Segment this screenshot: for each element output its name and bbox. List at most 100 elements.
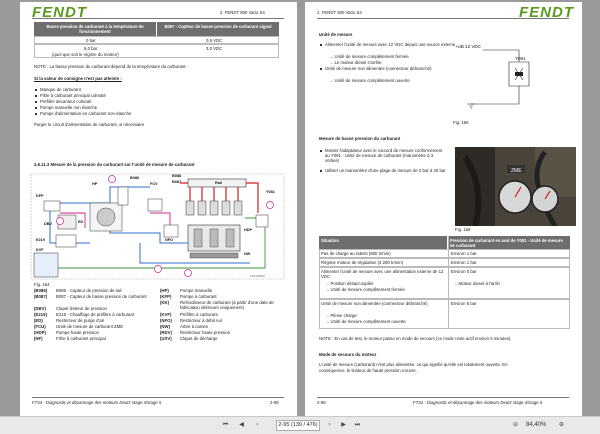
bullet: [35, 89, 37, 91]
header-rule: [317, 18, 569, 19]
page-number: 2-96: [317, 400, 326, 405]
legend-text: Restricteur de purge d'air: [56, 318, 105, 323]
list-item: Manque de carburant: [40, 87, 81, 92]
subsection-heading: 2.6.11.3 Mesure de la pression du carbur…: [34, 162, 195, 167]
page-number-input[interactable]: 2-95 (139 / 476): [276, 420, 320, 431]
table-cell: Environ 6 bar: [451, 301, 477, 306]
fuel-system-diagram: HP B086 FCV B087 Rail B088 Y081 KFP DBV …: [30, 173, 285, 280]
figure-caption: Fig. 164: [34, 282, 50, 287]
last-page-button[interactable]: ⏭: [352, 420, 363, 431]
legend-text: Arbre à cames: [180, 324, 208, 329]
note-text: NOTE : En cas de test, le moteur passe e…: [319, 336, 512, 341]
emergency-text: L'unité de mesure (carburant) n'est plus…: [319, 362, 508, 367]
legend-text: Pompe à carburant: [180, 294, 217, 299]
diagram-label: B088: [172, 174, 181, 178]
footer-rule: [317, 397, 569, 398]
legend-code: (HDP): [34, 330, 46, 335]
table-cell: Environ 0 bar: [451, 269, 477, 274]
step-text: Utiliser un manomètre d'une plage de mes…: [325, 168, 446, 173]
step-text: → Unité de mesure complètement fermée: [329, 54, 409, 59]
footer-rule: [32, 397, 284, 398]
diagram-label: KVF: [36, 248, 44, 252]
first-page-button[interactable]: ⏮: [220, 420, 231, 431]
diagram-label: FCV: [150, 182, 158, 186]
previous-page-button[interactable]: ◀: [236, 420, 247, 431]
bullet: [35, 107, 37, 109]
unit-heading: Unité de mesure: [319, 32, 353, 37]
svg-text:ZME: ZME: [511, 168, 522, 174]
table-header-col1: Basse pression de carburant à la tempéra…: [34, 22, 156, 36]
legend-code: (FCU): [34, 324, 46, 329]
page-right: 2. FENDT 800 Vario S4 FENDT Unité de mes…: [305, 2, 582, 416]
table-cell: → Unité de mesure complètement ouverte: [325, 319, 406, 324]
table-cell: → Pleine charge: [325, 313, 357, 318]
header-title: 2. FENDT 800 Vario S4: [317, 10, 362, 15]
table-cell: (quel que soit le régime du moteur): [52, 52, 119, 57]
step-text: Alimenter l'unité de mesure avec 12 VDC …: [325, 42, 456, 47]
legend-code: (KK): [160, 300, 170, 305]
diagram-label: ED: [78, 220, 84, 224]
header-title: 2. FENDT 800 Vario S4: [220, 10, 265, 15]
table-cell: Environ 1 bar: [451, 260, 477, 265]
legend-text: Restricteur à débit nul: [180, 318, 222, 323]
emergency-text: conséquence, le limiteur de haute pressi…: [319, 368, 417, 373]
zoom-in-icon[interactable]: ⊕: [556, 420, 567, 431]
page-number: 2-95: [270, 400, 279, 405]
legend-text: Pompe haute pression: [56, 330, 99, 335]
legend-text: Unité de mesure de carburant ZME: [56, 324, 124, 329]
legend-text: B086 - Capteur de pression de rail: [56, 288, 122, 293]
figure-caption: Fig. 166: [455, 227, 471, 232]
legend-text: E219 - Chauffage de préfiltre à carburan…: [56, 312, 135, 317]
table-cell: Régime moteur de régulation (2 200 tr/mi…: [321, 260, 404, 265]
document-viewer: FENDT 2. FENDT 800 Vario S4 Basse pressi…: [0, 0, 600, 416]
fuel-system-svg: HP B086 FCV B087 Rail B088 Y081 KFP DBV …: [30, 173, 285, 280]
diagram-label: E219: [36, 238, 45, 242]
list-item: Préfiltre décanteur colmaté: [40, 99, 92, 104]
step-text: → Le moteur diesel s'arrête: [329, 60, 382, 65]
bullet: [35, 101, 37, 103]
legend-text: Préfiltre à carburant: [180, 312, 218, 317]
diagram-label: Rail: [215, 181, 222, 185]
legend-text: Clapet limiteur de pression: [56, 306, 107, 311]
legend-text: B087 - Capteur de basse pression de carb…: [56, 294, 147, 299]
table-header-pressure: Pression de carburant en aval de Y091 - …: [448, 236, 570, 249]
table-cell: 0,5 VDC: [206, 38, 223, 43]
diagram-label: Y081: [266, 190, 275, 194]
table-cell: Alimenter l'unité de mesure avec une ali…: [321, 269, 444, 280]
table-cell: Unité de mesure non alimentée (connecteu…: [321, 301, 428, 306]
table-row: [34, 36, 279, 44]
table-cell: Pas de charge au ralenti (800 tr/min): [321, 251, 391, 256]
table-cell: → Moteur diesel à l'arrêt: [453, 281, 500, 286]
note-text: NOTE : La basse pression du carburant dé…: [34, 64, 187, 69]
next-arrow-button[interactable]: ›: [324, 420, 335, 431]
table-cell: → Unité de mesure complètement fermée: [325, 287, 405, 292]
table-header-situation: Situation: [319, 236, 447, 249]
legend-code: (ED): [34, 318, 43, 323]
diagram-label: HDP: [244, 228, 252, 232]
table-cell: 0 bar: [86, 38, 96, 43]
diagram-label: NW: [244, 252, 251, 256]
legend-code: (RDV): [160, 330, 172, 335]
bullet: [320, 44, 322, 46]
legend-text: Refroidisseur de carburant (à partir d'u…: [180, 300, 274, 311]
page-left: FENDT 2. FENDT 800 Vario S4 Basse pressi…: [20, 2, 297, 416]
legend-code: (NW): [160, 324, 171, 329]
legend-text: Restricteur haute pression: [180, 330, 231, 335]
legend-code: (KFP): [160, 294, 172, 299]
previous-arrow-button[interactable]: ‹: [252, 420, 263, 431]
circuit-supply-label: +UB 12 VDC: [455, 44, 482, 49]
table-divider: [448, 236, 449, 329]
legend-code: (HF): [34, 336, 43, 341]
diagram-label: NFO: [165, 238, 173, 242]
step-text: → Unité de mesure complètement ouverte: [329, 78, 410, 83]
circuit-part-label: Y091: [515, 56, 526, 61]
zoom-out-icon[interactable]: ⊖: [510, 420, 521, 431]
diagram-label: B086: [130, 176, 139, 180]
svg-text:FFC000000: FFC000000: [250, 274, 265, 278]
next-page-button[interactable]: ▶: [338, 420, 349, 431]
list-item: Filtre à carburant principal colmaté: [40, 93, 106, 98]
list-item: Pompe manuelle non étanche: [40, 105, 98, 110]
legend-code: (E219): [34, 312, 47, 317]
table-cell: Environ 1 bar: [451, 251, 477, 256]
zoom-level[interactable]: 84,40%: [526, 421, 546, 430]
